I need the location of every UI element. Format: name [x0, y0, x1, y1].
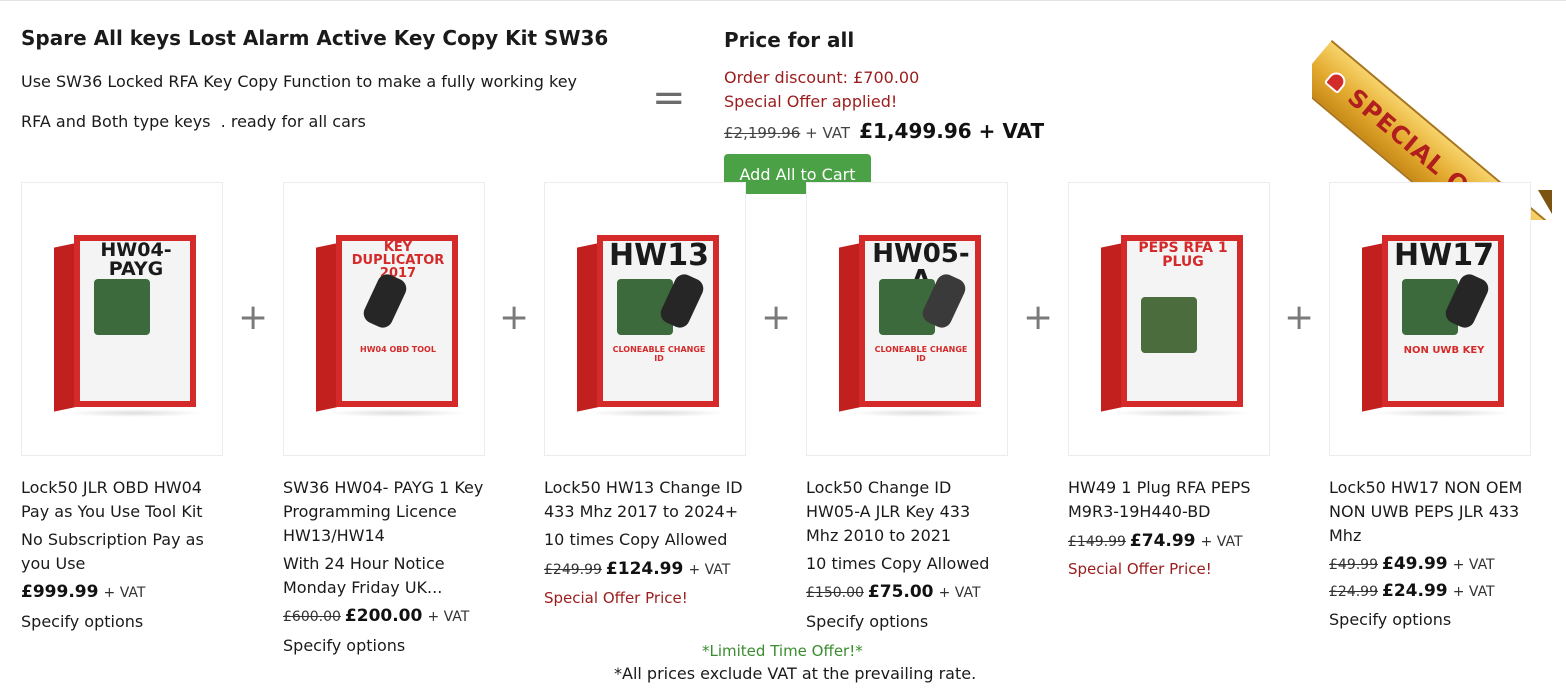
product-vat: + VAT	[1200, 534, 1243, 550]
product-price-row: £999.99 + VAT	[21, 582, 145, 602]
vat-disclaimer: *All prices exclude VAT at the prevailin…	[614, 664, 977, 683]
box-side	[839, 243, 861, 412]
product-price-row: £600.00 £200.00 + VAT	[283, 606, 469, 626]
special-offer-price: Special Offer Price!	[1068, 560, 1212, 578]
box-label: HW17	[1394, 238, 1494, 273]
product-old-price: £149.99	[1068, 534, 1126, 550]
product-title[interactable]: Lock50 HW17 NON OEM NON UWB PEPS JLR 433…	[1329, 476, 1544, 548]
equals-sign: =	[652, 75, 686, 121]
plus-sign: +	[499, 297, 530, 338]
device-image	[1141, 297, 1197, 353]
product-box-image: PEPS RFA 1 PLUG	[1101, 227, 1251, 417]
price-for-all-heading: Price for all	[724, 28, 855, 52]
product-title[interactable]: HW49 1 Plug RFA PEPS M9R3-19H440-BD	[1068, 476, 1268, 524]
box-subtitle: CLONEABLE CHANGE ID	[612, 345, 706, 363]
product-note: No Subscription Pay as you Use	[21, 530, 204, 573]
plus-sign: +	[761, 297, 792, 338]
product-old-price: £600.00	[283, 609, 341, 625]
product-vat: + VAT	[427, 609, 470, 625]
ribbon-fold	[1538, 190, 1552, 214]
product-vat: + VAT	[938, 585, 981, 601]
box-subtitle: HW04 OBD TOOL	[360, 345, 436, 354]
product-price: £75.00	[867, 582, 934, 602]
bundle-new-vat: + VAT	[971, 119, 1045, 143]
product-price-row-alt: £24.99 £24.99 + VAT	[1329, 581, 1495, 601]
product-title[interactable]: Lock50 HW13 Change ID 433 Mhz 2017 to 20…	[544, 476, 759, 524]
product-box-image: HW17 NON UWB KEY	[1362, 227, 1512, 417]
siren-icon	[1323, 69, 1350, 95]
product-old-price: £150.00	[806, 585, 864, 601]
specify-options-link[interactable]: Specify options	[21, 612, 143, 631]
box-shadow	[587, 409, 727, 417]
plus-sign: +	[1023, 297, 1054, 338]
product-vat: + VAT	[103, 585, 146, 601]
product-price: £999.99	[21, 582, 99, 602]
product-note: 10 times Copy Allowed	[806, 554, 990, 573]
product-image-sw36-licence[interactable]: KEY DUPLICATOR 2017 HW04 OBD TOOL	[283, 182, 485, 456]
product-price: £24.99	[1382, 581, 1448, 601]
specify-options-link[interactable]: Specify options	[806, 612, 928, 631]
box-shadow	[1111, 409, 1251, 417]
product-price-row: £150.00 £75.00 + VAT	[806, 582, 981, 602]
product-price: £49.99	[1382, 554, 1448, 574]
box-shadow	[849, 409, 989, 417]
box-side	[316, 243, 338, 412]
box-shadow	[1372, 409, 1512, 417]
product-image-hw04-payg[interactable]: HW04-PAYG	[21, 182, 223, 456]
product-box-image: HW04-PAYG	[54, 227, 204, 417]
plus-sign: +	[238, 297, 269, 338]
product-box-image: KEY DUPLICATOR 2017 HW04 OBD TOOL	[316, 227, 466, 417]
product-vat: + VAT	[1452, 584, 1495, 600]
box-label: KEY DUPLICATOR 2017	[351, 240, 445, 281]
box-subtitle: NON UWB KEY	[1403, 345, 1485, 356]
bundle-price-row: £2,199.96 + VAT £1,499.96 + VAT	[724, 119, 1044, 143]
box-label: HW13	[609, 238, 709, 273]
kit-description-line-2: RFA and Both type keys . ready for all c…	[21, 112, 366, 131]
product-title[interactable]: Lock50 Change ID HW05-A JLR Key 433 Mhz …	[806, 476, 1006, 548]
box-label: HW04-PAYG	[100, 239, 172, 280]
limited-time-offer: *Limited Time Offer!*	[702, 642, 863, 660]
product-note: 10 times Copy Allowed	[544, 530, 728, 549]
specify-options-link[interactable]: Specify options	[1329, 610, 1451, 629]
product-title[interactable]: SW36 HW04- PAYG 1 Key Programming Licenc…	[283, 476, 488, 548]
product-image-hw17[interactable]: HW17 NON UWB KEY	[1329, 182, 1531, 456]
bundle-old-vat: + VAT	[800, 124, 851, 142]
product-old-price: £49.99	[1329, 557, 1378, 573]
product-price: £124.99	[605, 559, 684, 579]
box-side	[1362, 243, 1384, 412]
box-side	[577, 243, 599, 412]
box-subtitle: CLONEABLE CHANGE ID	[874, 345, 968, 363]
box-side	[1101, 243, 1123, 412]
product-image-hw05-a[interactable]: HW05-A CLONEABLE CHANGE ID	[806, 182, 1008, 456]
special-offer-price: Special Offer Price!	[544, 589, 688, 607]
box-shadow	[326, 409, 466, 417]
product-price-row: £49.99 £49.99 + VAT	[1329, 554, 1495, 574]
product-box-image: HW05-A CLONEABLE CHANGE ID	[839, 227, 989, 417]
plus-sign: +	[1284, 297, 1315, 338]
order-discount: Order discount: £700.00	[724, 68, 920, 87]
product-old-price: £249.99	[544, 562, 602, 578]
product-price: £74.99	[1129, 531, 1196, 551]
bundle-new-price: £1,499.96	[859, 119, 972, 143]
product-image-hw49-peps[interactable]: PEPS RFA 1 PLUG	[1068, 182, 1270, 456]
box-shadow	[64, 409, 204, 417]
product-price-row: £149.99 £74.99 + VAT	[1068, 531, 1243, 551]
product-note: With 24 Hour Notice Monday Friday UK...	[283, 554, 445, 597]
box-label: PEPS RFA 1 PLUG	[1138, 240, 1228, 270]
product-old-price: £24.99	[1329, 584, 1378, 600]
kit-title: Spare All keys Lost Alarm Active Key Cop…	[21, 26, 609, 50]
product-box-image: HW13 CLONEABLE CHANGE ID	[577, 227, 727, 417]
device-image	[94, 279, 150, 335]
specify-options-link[interactable]: Specify options	[283, 636, 405, 655]
special-offer-applied: Special Offer applied!	[724, 92, 898, 111]
kit-description-line-1: Use SW36 Locked RFA Key Copy Function to…	[21, 72, 578, 91]
product-title[interactable]: Lock50 JLR OBD HW04 Pay as You Use Tool …	[21, 476, 231, 524]
product-price: £200.00	[344, 606, 423, 626]
bundle-old-price: £2,199.96	[724, 124, 801, 142]
product-vat: + VAT	[1452, 557, 1495, 573]
product-price-row: £249.99 £124.99 + VAT	[544, 559, 730, 579]
product-image-hw13[interactable]: HW13 CLONEABLE CHANGE ID	[544, 182, 746, 456]
box-side	[54, 243, 76, 412]
product-vat: + VAT	[688, 562, 731, 578]
